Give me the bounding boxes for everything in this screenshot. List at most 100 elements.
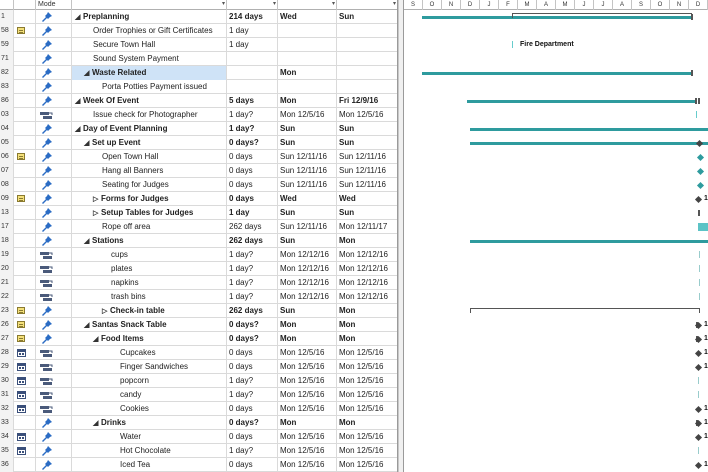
row-id[interactable]: 83 [0,80,14,94]
task-row[interactable]: 06 Open Town Hall 0 days Sun 12/11/16 Sun 12… [0,150,397,164]
task-row[interactable]: 21 napkins 1 day? Mon 12/12/16 Mon 12/12/16 [0,276,397,290]
row-id[interactable]: 28 [0,346,14,360]
duration-cell[interactable]: 1 day? [227,122,278,136]
task-name-cell[interactable]: Seating for Judges [72,178,227,192]
summary-bar[interactable] [470,240,708,243]
finish-cell[interactable]: Mon 12/12/16 [337,248,397,262]
row-id[interactable]: 05 [0,136,14,150]
calendar-icon[interactable] [17,377,26,385]
summary-bar[interactable] [422,72,692,75]
task-row[interactable]: 32 Cookies 0 days Mon 12/5/16 Mon 12/5/16 [0,402,397,416]
chevron-down-icon[interactable]: ▾ [332,0,335,9]
row-id[interactable]: 06 [0,150,14,164]
task-name-cell[interactable]: Cupcakes [72,346,227,360]
milestone-diamond[interactable] [694,363,703,372]
task-row[interactable]: 36 Iced Tea 0 days Mon 12/5/16 Mon 12/5/16 [0,458,397,472]
start-cell[interactable]: Mon 12/12/16 [278,276,337,290]
start-cell[interactable]: Mon 12/5/16 [278,444,337,458]
milestone-diamond[interactable] [696,181,705,190]
duration-cell[interactable]: 1 day? [227,374,278,388]
finish-cell[interactable]: Mon 12/5/16 [337,444,397,458]
task-mode-cell[interactable] [36,108,72,122]
task-name-cell[interactable]: napkins [72,276,227,290]
summary-bar[interactable] [470,142,708,145]
duration-cell[interactable]: 0 days [227,150,278,164]
summary-bar[interactable] [470,128,708,131]
collapse-icon[interactable]: ◢ [84,235,92,248]
task-name-cell[interactable]: ◢ Day of Event Planning [72,122,227,136]
row-id[interactable]: 71 [0,52,14,66]
task-mode-cell[interactable] [36,276,72,290]
task-mode-cell[interactable] [36,52,72,66]
task-mode-cell[interactable] [36,290,72,304]
finish-cell[interactable] [337,38,397,52]
row-id[interactable]: 34 [0,430,14,444]
start-cell[interactable]: Mon [278,94,337,108]
row-id[interactable]: 18 [0,234,14,248]
task-row[interactable]: 82 ◢ Waste Related Mon [0,66,397,80]
task-name-cell[interactable]: ▷ Forms for Judges [72,192,227,206]
start-cell[interactable]: Mon 12/5/16 [278,430,337,444]
row-id[interactable]: 59 [0,38,14,52]
milestone-diamond[interactable] [694,461,703,470]
collapse-icon[interactable]: ◢ [84,319,92,332]
calendar-icon[interactable] [17,447,26,455]
task-row[interactable]: 17 Rope off area 262 days Sun 12/11/16 Mon 1… [0,220,397,234]
duration-cell[interactable]: 0 days [227,458,278,472]
task-name-cell[interactable]: ▷ Check-in table [72,304,227,318]
row-id[interactable]: 36 [0,458,14,472]
finish-cell[interactable]: Mon 12/5/16 [337,374,397,388]
collapse-icon[interactable]: ◢ [75,123,83,136]
task-mode-cell[interactable] [36,136,72,150]
collapse-icon[interactable]: ◢ [93,417,101,430]
task-mode-cell[interactable] [36,374,72,388]
duration-column-header[interactable]: ▾ [227,0,278,10]
row-id[interactable]: 09 [0,192,14,206]
task-name-cell[interactable]: plates [72,262,227,276]
finish-cell[interactable]: Wed [337,192,397,206]
row-id[interactable]: 22 [0,290,14,304]
duration-cell[interactable]: 1 day? [227,248,278,262]
finish-cell[interactable]: Mon 12/5/16 [337,402,397,416]
task-name-column-header[interactable]: ▾ [72,0,227,10]
task-name-cell[interactable]: Iced Tea [72,458,227,472]
task-mode-cell[interactable] [36,80,72,94]
row-id[interactable]: 1 [0,10,14,24]
task-row[interactable]: 08 Seating for Judges 0 days Sun 12/11/16 Su… [0,178,397,192]
task-name-cell[interactable]: Open Town Hall [72,150,227,164]
duration-cell[interactable]: 0 days [227,346,278,360]
collapse-icon[interactable]: ◢ [84,137,92,150]
chevron-down-icon[interactable]: ▾ [393,0,396,9]
task-row[interactable]: 86 ◢ Week Of Event 5 days Mon Fri 12/9/16 [0,94,397,108]
task-mode-cell[interactable] [36,388,72,402]
id-column-header[interactable] [0,0,14,10]
duration-cell[interactable]: 262 days [227,234,278,248]
duration-cell[interactable] [227,66,278,80]
task-mode-cell[interactable] [36,122,72,136]
duration-cell[interactable] [227,52,278,66]
duration-cell[interactable]: 1 day? [227,444,278,458]
start-cell[interactable]: Mon 12/5/16 [278,108,337,122]
task-name-cell[interactable]: ◢ Drinks [72,416,227,430]
task-mode-cell[interactable] [36,66,72,80]
row-id[interactable]: 29 [0,360,14,374]
start-cell[interactable]: Mon [278,332,337,346]
finish-cell[interactable]: Mon 12/11/17 [337,220,397,234]
start-cell[interactable]: Mon 12/5/16 [278,458,337,472]
row-id[interactable]: 30 [0,374,14,388]
start-cell[interactable]: Sun 12/11/16 [278,164,337,178]
milestone-diamond[interactable] [696,153,705,162]
task-row[interactable]: 13 ▷ Setup Tables for Judges 1 day Sun Sun [0,206,397,220]
row-id[interactable]: 19 [0,248,14,262]
start-cell[interactable] [278,24,337,38]
task-mode-cell[interactable] [36,10,72,24]
task-row[interactable]: 18 ◢ Stations 262 days Sun Mon [0,234,397,248]
note-icon[interactable] [17,307,25,314]
task-mode-cell[interactable] [36,346,72,360]
start-cell[interactable]: Mon 12/5/16 [278,402,337,416]
finish-cell[interactable]: Mon [337,332,397,346]
finish-cell[interactable]: Mon [337,234,397,248]
duration-cell[interactable]: 0 days [227,192,278,206]
task-mode-cell[interactable] [36,94,72,108]
duration-cell[interactable]: 0 days [227,402,278,416]
